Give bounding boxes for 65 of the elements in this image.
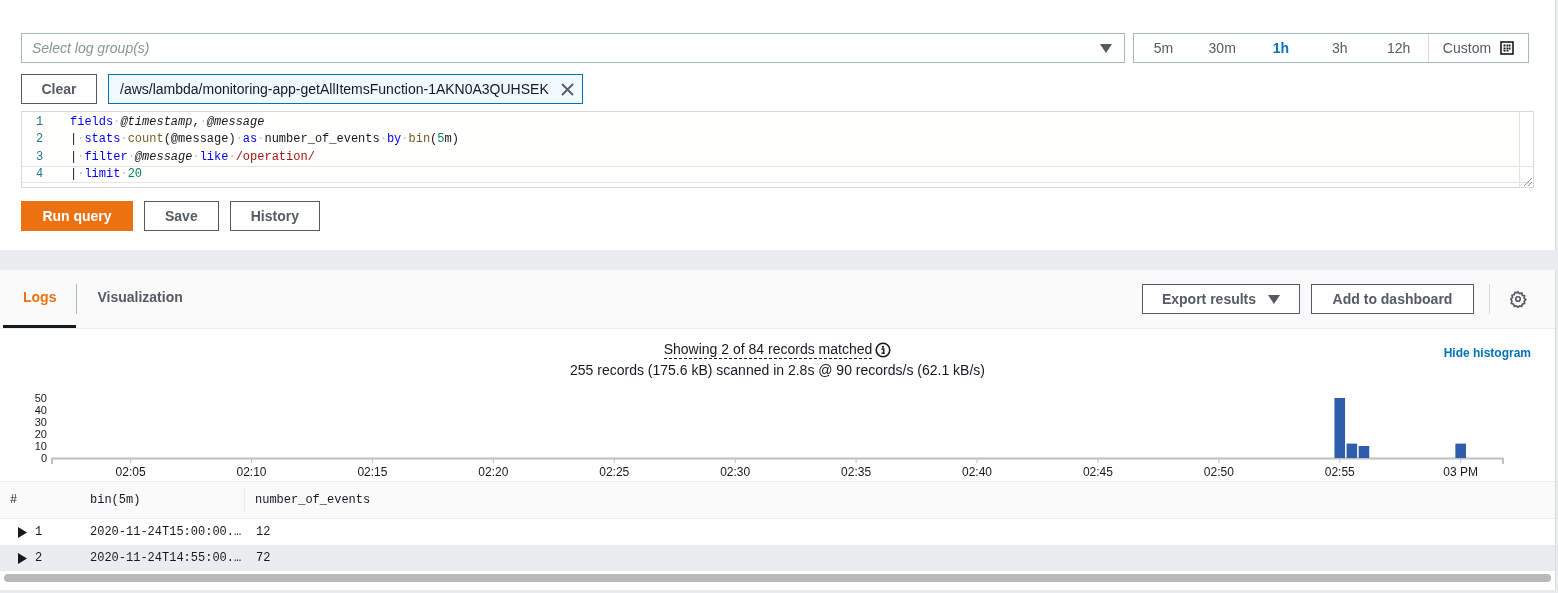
histogram-bar — [1455, 443, 1466, 458]
histogram-bar — [1358, 446, 1370, 458]
line-number: 4 — [35, 166, 45, 184]
column-header[interactable]: number_of_events — [245, 491, 371, 509]
line-number: 2 — [35, 131, 45, 149]
x-tick-label: 02:55 — [1324, 465, 1355, 479]
x-tick-label: 02:05 — [115, 465, 146, 479]
table-cell-text: 2020-11-24T14:55:00.… — [90, 550, 243, 567]
code-line: |·stats·count(@message)·as·number_of_events·by·bin(5m) — [70, 131, 459, 149]
info-icon[interactable] — [875, 342, 892, 358]
caret-down-icon — [1100, 43, 1112, 53]
x-tick-label: 03 PM — [1443, 465, 1478, 479]
log-group-token[interactable]: /aws/lambda/monitoring-app-getAllItemsFunction-1AKN0A3QUHSEK — [108, 74, 583, 104]
code-line: fields·@timestamp,·@message — [70, 113, 265, 131]
close-icon[interactable] — [560, 82, 574, 96]
time-range-option[interactable]: 1h — [1251, 34, 1311, 62]
y-tick-label: 20 — [34, 428, 47, 440]
x-tick-label: 02:50 — [1203, 465, 1234, 479]
horizontal-scrollbar[interactable] — [4, 574, 1551, 582]
expand-row-icon[interactable] — [18, 552, 27, 564]
table-cell-text: 2020-11-24T15:00:00.… — [90, 524, 243, 541]
scan-statistics: 255 records (175.6 kB) scanned in 2.8s @ 90 records/s (62.1 kB/s) — [570, 361, 985, 380]
x-tick-label: 02:30 — [720, 465, 751, 479]
query-button[interactable]: Save — [144, 201, 219, 231]
records-matched-summary: Showing 2 of 84 records matched — [663, 341, 873, 359]
caret-down-icon — [1268, 294, 1281, 304]
column-header[interactable]: bin(5m) — [80, 488, 245, 512]
y-tick-label: 50 — [34, 392, 47, 404]
time-range-option[interactable]: 5m — [1134, 34, 1193, 62]
table-cell-text: 12 — [255, 524, 271, 541]
row-number: 1 — [35, 524, 43, 541]
table-row[interactable]: 2 2020-11-24T14:55:00.… 72 — [0, 545, 1555, 571]
y-tick-label: 10 — [34, 440, 47, 452]
expand-row-icon[interactable] — [18, 526, 27, 538]
x-tick-label: 02:40 — [962, 465, 993, 479]
time-range-option[interactable]: 30m — [1192, 34, 1252, 62]
x-tick-label: 02:45 — [1082, 465, 1113, 479]
time-range-option[interactable]: 12h — [1369, 34, 1428, 62]
query-button[interactable]: History — [229, 201, 320, 231]
x-tick-label: 02:10 — [236, 465, 267, 479]
row-number: 2 — [35, 550, 43, 567]
settings-icon[interactable] — [1509, 290, 1527, 308]
code-line: |·limit·20 — [70, 166, 143, 184]
add-to-dashboard-button[interactable]: Add to dashboard — [1311, 284, 1474, 314]
x-tick-label: 02:15 — [357, 465, 388, 479]
x-tick-label: 02:25 — [599, 465, 630, 479]
table-cell-text: 72 — [255, 550, 271, 567]
code-line: |·filter·@message·like·/operation/ — [70, 148, 315, 166]
time-range-option[interactable]: 3h — [1310, 34, 1370, 62]
line-number: 3 — [35, 148, 45, 166]
export-results-button[interactable]: Export results — [1142, 284, 1300, 314]
line-number: 1 — [35, 113, 45, 131]
x-tick-label: 02:35 — [841, 465, 872, 479]
x-tick-label: 02:20 — [478, 465, 509, 479]
custom-range-button[interactable]: Custom — [1428, 34, 1528, 62]
clear-button[interactable]: Clear — [21, 74, 97, 104]
query-editor[interactable]: 1 fields·@timestamp,·@message 2 |·stats·count(@message)·as·number_of_events·by·bin(5m) 3 |·filter·@message·like·/operation/ 4 |·limit·20 — [21, 111, 1534, 188]
y-tick-label: 0 — [40, 452, 47, 464]
y-tick-label: 40 — [34, 404, 47, 416]
results-tab[interactable]: Visualization — [77, 270, 203, 328]
hide-histogram-link[interactable]: Hide histogram — [1443, 344, 1531, 362]
resize-handle-icon[interactable] — [1522, 176, 1532, 186]
calendar-icon — [1500, 41, 1515, 55]
y-tick-label: 30 — [34, 416, 47, 428]
column-header[interactable]: # — [0, 491, 80, 509]
